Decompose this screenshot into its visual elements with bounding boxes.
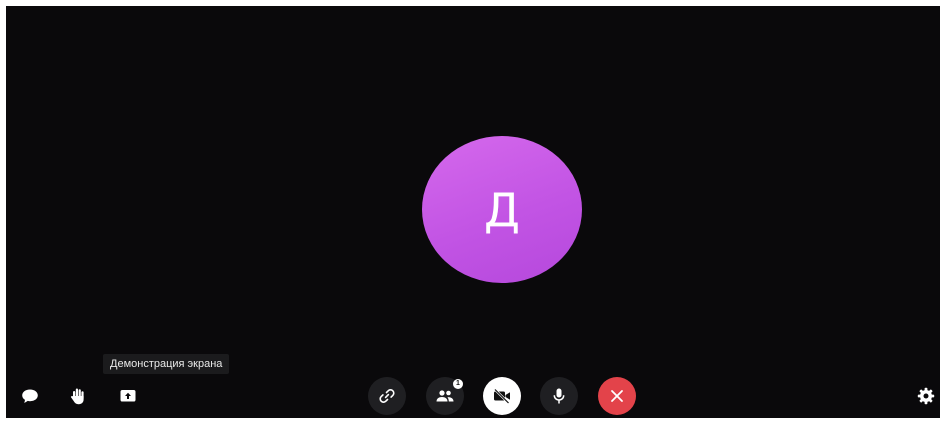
- link-icon: [379, 389, 395, 403]
- microphone-icon: [553, 388, 565, 404]
- participant-avatar: Д: [422, 136, 582, 283]
- raise-hand-icon: [70, 388, 84, 405]
- screen-share-icon: [120, 390, 136, 402]
- screen-share-tooltip: Демонстрация экрана: [103, 354, 230, 374]
- close-icon: [611, 390, 623, 402]
- participants-count-badge: 1: [453, 379, 463, 389]
- gear-icon: [917, 387, 935, 405]
- participants-icon: [436, 390, 454, 402]
- chat-button[interactable]: [19, 385, 41, 407]
- camera-off-icon: [494, 388, 510, 404]
- participant-initial: Д: [484, 182, 520, 237]
- chat-icon: [22, 389, 38, 403]
- copy-link-button[interactable]: [368, 377, 406, 415]
- leave-call-button[interactable]: [598, 377, 636, 415]
- screen-share-button[interactable]: [117, 385, 139, 407]
- participants-button[interactable]: 1: [426, 377, 464, 415]
- raise-hand-button[interactable]: [67, 385, 89, 407]
- microphone-toggle-button[interactable]: [540, 377, 578, 415]
- video-call-window: Д Демонстрация экрана 1: [6, 6, 940, 418]
- tooltip-text: Демонстрация экрана: [110, 358, 223, 370]
- camera-toggle-button[interactable]: [483, 377, 521, 415]
- settings-button[interactable]: [915, 385, 937, 407]
